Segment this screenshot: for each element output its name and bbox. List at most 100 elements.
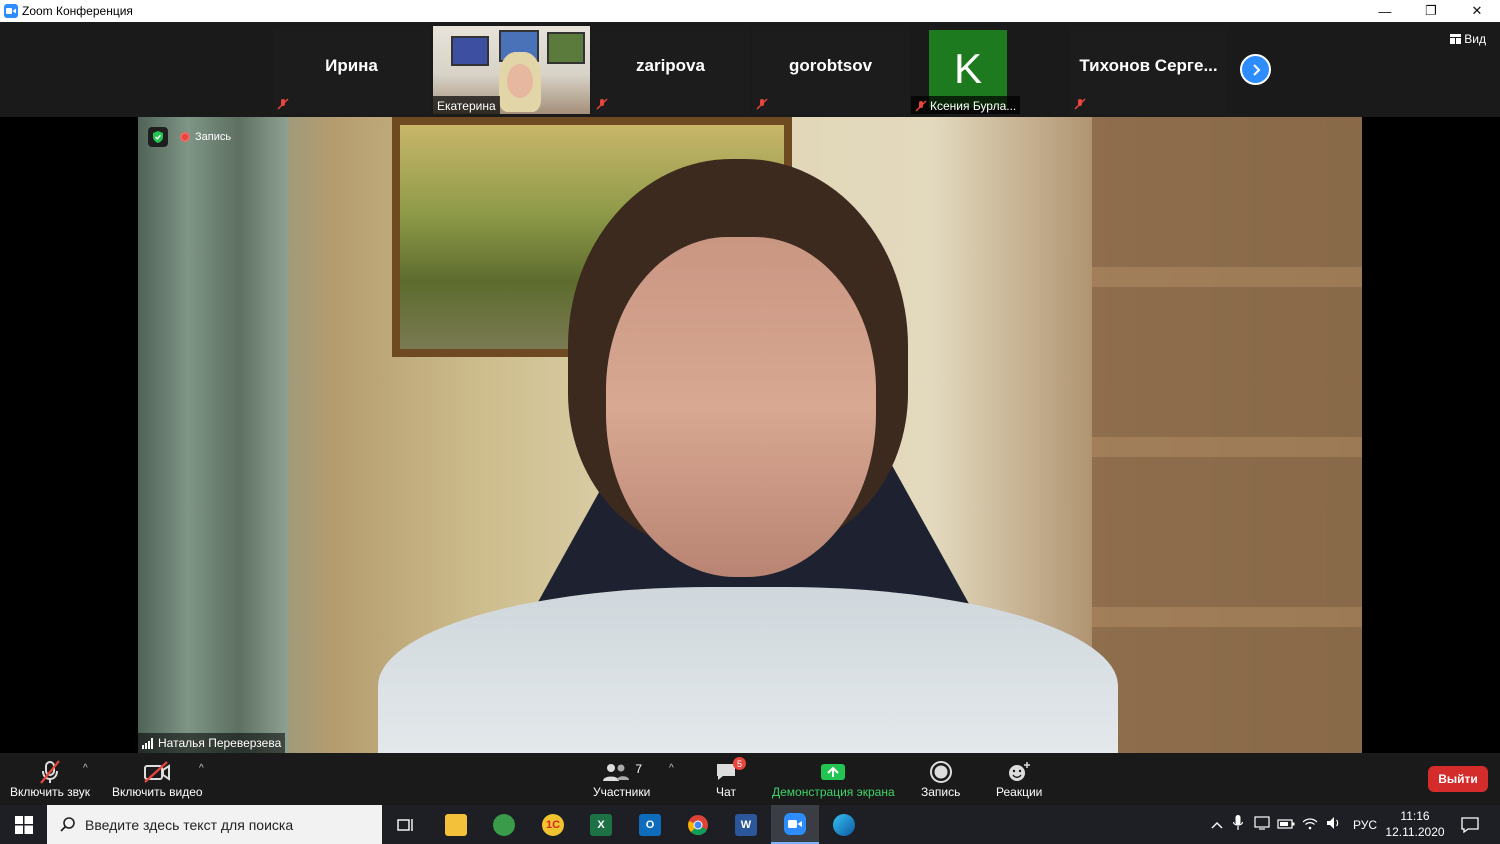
start-button[interactable]	[0, 805, 47, 844]
clock-date: 12.11.2020	[1385, 825, 1445, 839]
grid-icon	[1450, 34, 1462, 44]
chat-unread-badge: 5	[733, 757, 746, 770]
edge-app[interactable]	[820, 805, 868, 844]
globe-app[interactable]	[480, 805, 528, 844]
excel-icon: X	[590, 813, 612, 836]
chat-icon: 5	[714, 757, 746, 785]
meeting-toolbar: Включить звук ^ Включить видео ^ 7 Участ…	[0, 753, 1500, 805]
participants-count: 7	[635, 762, 642, 776]
leave-meeting-button[interactable]: Выйти	[1428, 766, 1488, 792]
word-icon: W	[735, 813, 757, 836]
network-adapter-tray-icon[interactable]	[1250, 816, 1274, 833]
muted-mic-icon	[37, 759, 63, 785]
window-title: Zoom Конференция	[22, 4, 133, 18]
word-app[interactable]: W	[722, 805, 770, 844]
record-dot-icon	[180, 132, 190, 142]
clock-time: 11:16	[1400, 809, 1430, 823]
participant-face	[507, 64, 533, 98]
chat-button[interactable]: 5 Чат	[714, 757, 746, 799]
zoom-window: Zoom Конференция — ❐ ✕ Ирина Екатерина z…	[0, 0, 1500, 844]
zoom-icon	[784, 812, 806, 835]
unmute-button[interactable]: Включить звук	[10, 759, 90, 799]
recording-indicator[interactable]: Запись	[174, 129, 237, 145]
folder-icon	[445, 813, 467, 836]
participant-name: Тихонов Серге...	[1079, 56, 1218, 75]
zoom-app-icon	[4, 4, 18, 18]
video-options-caret-icon[interactable]: ^	[199, 763, 204, 774]
action-center-button[interactable]	[1446, 805, 1494, 844]
taskbar-search-box[interactable]: Введите здесь текст для поиска	[47, 805, 382, 844]
participant-tile[interactable]: gorobtsov	[752, 26, 909, 114]
participants-button[interactable]: 7 Участники	[593, 759, 650, 799]
participants-icon	[603, 764, 630, 781]
task-view-button[interactable]	[382, 805, 430, 844]
1c-app[interactable]: 1C	[529, 805, 577, 844]
show-hidden-icons-chevron-icon[interactable]	[1208, 818, 1226, 832]
chevron-right-icon	[1252, 63, 1260, 76]
start-video-button[interactable]: Включить видео	[112, 759, 203, 799]
clock[interactable]: 11:16 12.11.2020	[1384, 808, 1446, 840]
outlook-icon: O	[639, 813, 661, 836]
1c-icon: 1C	[542, 813, 564, 836]
participant-tile[interactable]: Екатерина	[433, 26, 590, 114]
microphone-tray-icon[interactable]	[1226, 815, 1250, 834]
file-explorer-app[interactable]	[432, 805, 480, 844]
muted-mic-icon	[277, 98, 289, 110]
close-button[interactable]: ✕	[1454, 0, 1500, 22]
participant-tile[interactable]: K Ксения Бурла...	[911, 26, 1068, 114]
participant-name: gorobtsov	[788, 56, 873, 75]
share-screen-button[interactable]: Демонстрация экрана	[772, 759, 895, 799]
input-language-indicator[interactable]: РУС	[1346, 818, 1384, 832]
record-icon	[929, 759, 953, 785]
speaker-shirt	[378, 587, 1118, 753]
meeting-status: Запись	[148, 127, 237, 147]
task-view-icon	[397, 818, 413, 831]
encryption-shield-icon[interactable]	[148, 127, 168, 147]
background-curtain	[138, 117, 288, 753]
system-tray: РУС	[1208, 805, 1384, 844]
chrome-icon	[688, 814, 708, 835]
participants-icon-group: 7	[601, 759, 642, 785]
participant-name-label: Ксения Бурла...	[911, 96, 1021, 114]
gallery-strip: Ирина Екатерина zaripova gorobtsov K Ксе…	[0, 22, 1500, 117]
participant-name-label: Екатерина	[433, 96, 500, 114]
participant-tile[interactable]: Ирина	[273, 26, 430, 114]
active-speaker-video: Запись Наталья Переверзева	[138, 117, 1362, 753]
windows-taskbar: Введите здесь текст для поиска 1C X O W	[0, 805, 1500, 844]
excel-app[interactable]: X	[577, 805, 625, 844]
participants-options-caret-icon[interactable]: ^	[669, 763, 674, 774]
muted-mic-icon	[756, 98, 768, 110]
muted-mic-icon	[1074, 98, 1086, 110]
wall-art	[547, 32, 585, 64]
outlook-app[interactable]: O	[626, 805, 674, 844]
edge-icon	[833, 813, 855, 836]
audio-options-caret-icon[interactable]: ^	[83, 763, 88, 774]
reactions-button[interactable]: Реакции	[996, 759, 1042, 799]
background-bookshelf	[1092, 117, 1362, 753]
search-icon	[60, 817, 75, 832]
battery-icon[interactable]	[1274, 818, 1298, 832]
speaker-name-label: Наталья Переверзева	[138, 733, 286, 753]
reactions-icon	[1006, 759, 1032, 785]
restore-button[interactable]: ❐	[1408, 0, 1454, 22]
zoom-app[interactable]	[771, 805, 819, 844]
video-off-icon	[142, 759, 172, 785]
notifications-icon	[1461, 816, 1479, 833]
participant-name: zaripova	[636, 56, 705, 75]
window-controls: — ❐ ✕	[1362, 0, 1500, 22]
wifi-icon[interactable]	[1298, 816, 1322, 833]
connection-signal-icon	[142, 737, 153, 749]
speaker-face	[606, 237, 876, 577]
share-screen-icon	[820, 759, 846, 785]
record-button[interactable]: Запись	[921, 759, 960, 799]
participant-name: Ирина	[325, 56, 378, 75]
windows-logo-icon	[14, 815, 33, 834]
next-page-button[interactable]	[1240, 54, 1271, 85]
volume-icon[interactable]	[1322, 816, 1346, 833]
chrome-app[interactable]	[674, 805, 722, 844]
participant-tile[interactable]: zaripova	[592, 26, 749, 114]
minimize-button[interactable]: —	[1362, 0, 1408, 22]
participant-tile[interactable]: Тихонов Серге...	[1070, 26, 1227, 114]
view-button[interactable]: Вид	[1450, 32, 1486, 46]
muted-mic-icon	[915, 100, 927, 112]
